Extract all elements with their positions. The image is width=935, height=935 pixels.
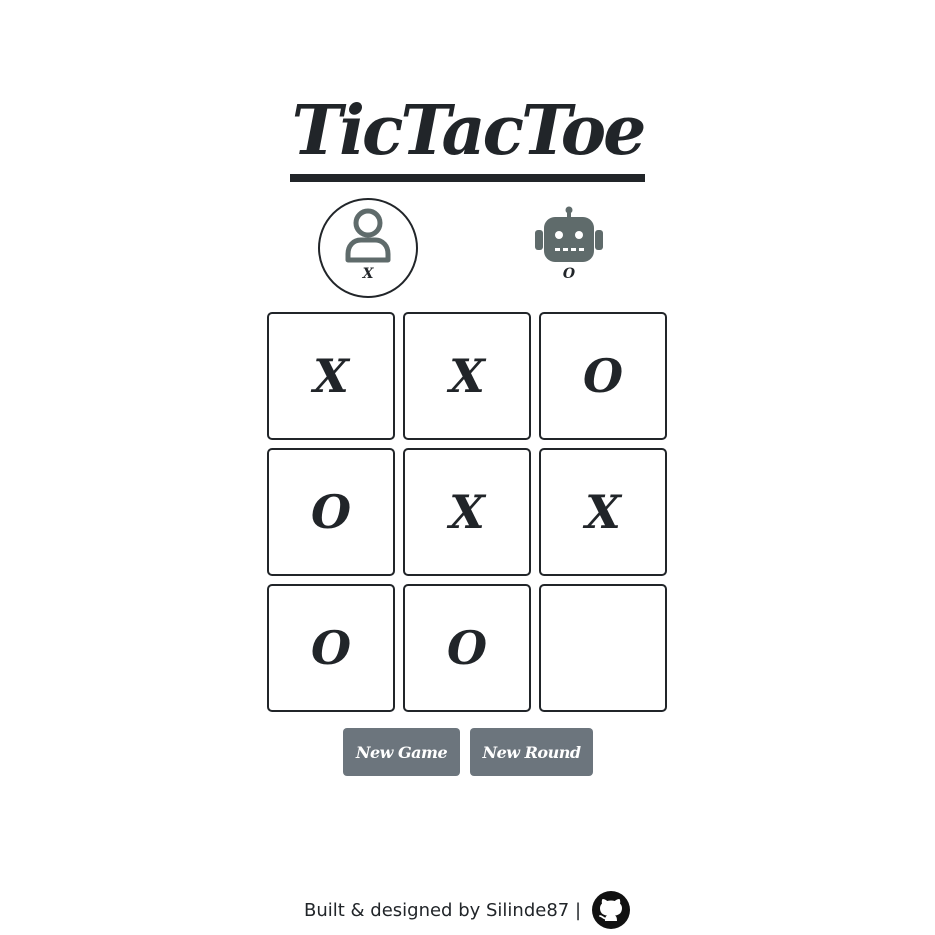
title-wrapper: TicTacToe	[0, 88, 935, 182]
board-cell-6[interactable]: X	[539, 448, 667, 576]
page-title: TicTacToe	[289, 88, 646, 182]
human-symbol: X	[362, 266, 374, 282]
player-bot-indicator: O	[519, 198, 619, 298]
board-cell-9[interactable]	[539, 584, 667, 712]
new-round-button[interactable]: New Round	[470, 728, 593, 776]
board-cell-3[interactable]: O	[539, 312, 667, 440]
robot-icon	[535, 206, 603, 262]
footer-credit: Built & designed by Silinde87 |	[303, 899, 582, 921]
board-cell-2[interactable]: X	[403, 312, 531, 440]
board-cell-5[interactable]: X	[403, 448, 531, 576]
user-icon	[345, 208, 391, 263]
player-human-indicator: X	[318, 198, 418, 298]
board-cell-8[interactable]: O	[403, 584, 531, 712]
board-cell-7[interactable]: O	[267, 584, 395, 712]
footer: Built & designed by Silinde87 |	[0, 889, 935, 931]
github-icon[interactable]	[591, 890, 631, 930]
game-board: X X O O X X O O	[267, 312, 669, 714]
bot-symbol: O	[562, 266, 576, 282]
board-cell-1[interactable]: X	[267, 312, 395, 440]
new-game-button[interactable]: New Game	[343, 728, 460, 776]
board-cell-4[interactable]: O	[267, 448, 395, 576]
game-controls: New Game New Round	[343, 728, 593, 776]
